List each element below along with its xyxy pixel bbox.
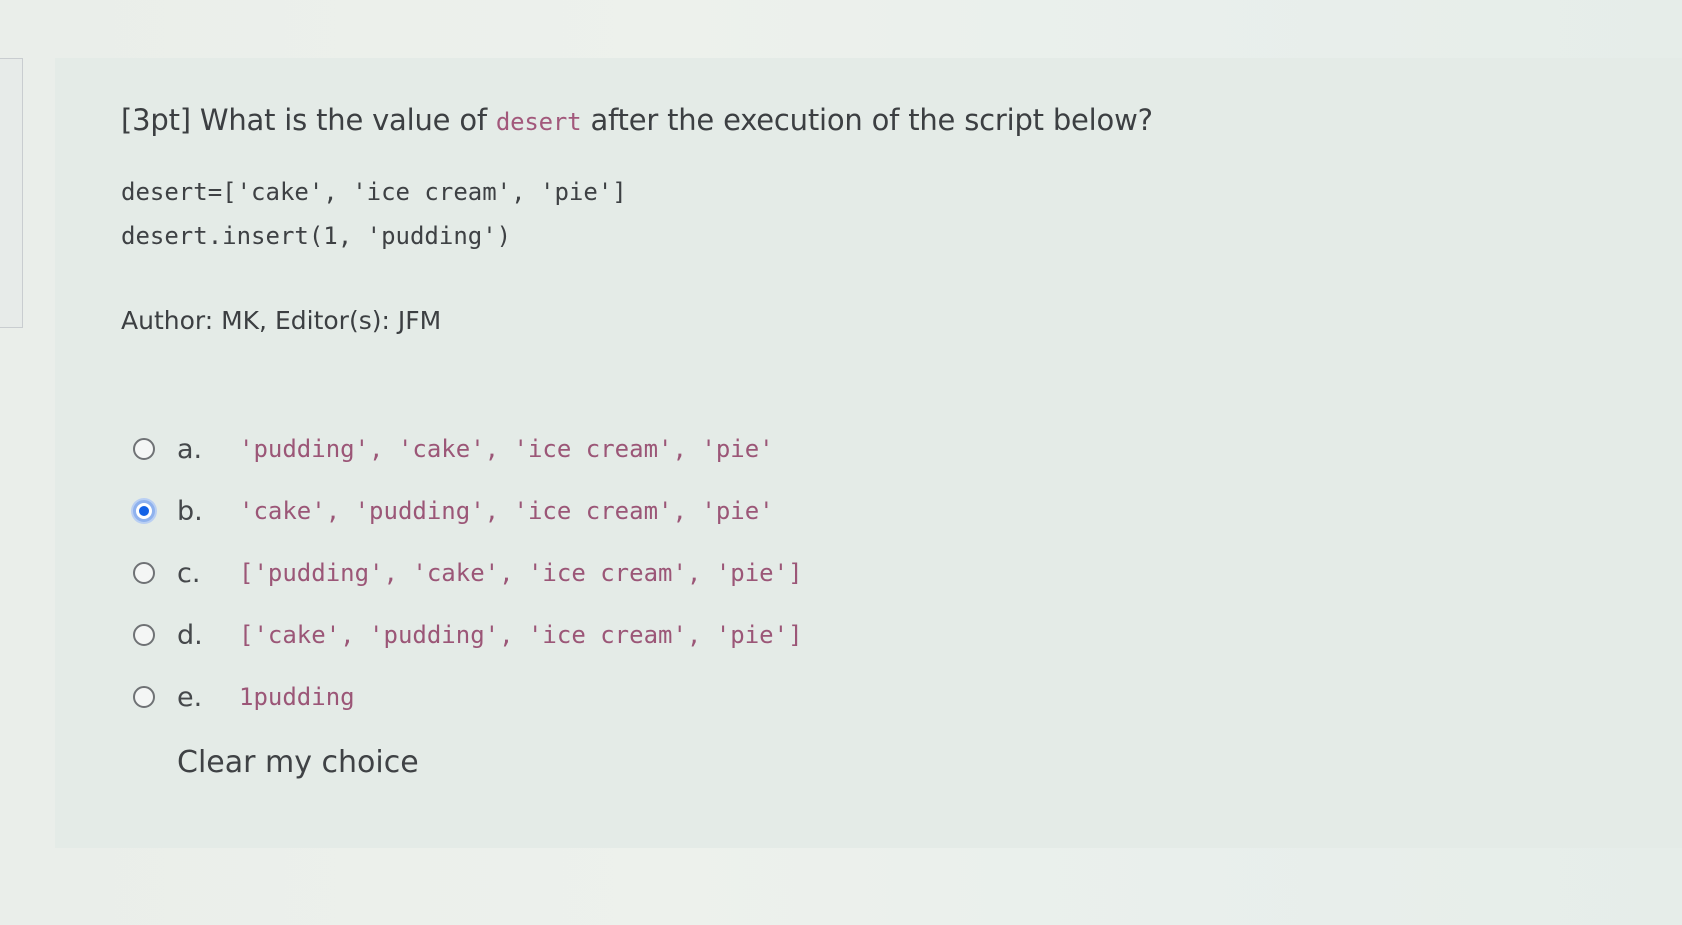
- answer-letter: c.: [177, 557, 201, 589]
- radio-button[interactable]: [133, 438, 155, 460]
- question-info-panel-edge: [0, 58, 23, 328]
- question-text-after: after the execution of the script below?: [590, 103, 1153, 137]
- code-block: desert=['cake', 'ice cream', 'pie'] deser…: [121, 170, 627, 258]
- question-text-before: What is the value of: [199, 103, 487, 137]
- answer-text: ['pudding', 'cake', 'ice cream', 'pie']: [239, 559, 803, 587]
- radio-button[interactable]: [133, 686, 155, 708]
- answer-letter: a.: [177, 433, 203, 465]
- clear-choice-link[interactable]: Clear my choice: [177, 745, 419, 780]
- answer-option-e[interactable]: e. 1pudding: [133, 666, 803, 728]
- answer-text: ['cake', 'pudding', 'ice cream', 'pie']: [239, 621, 803, 649]
- answer-letter: e.: [177, 681, 203, 713]
- radio-button[interactable]: [133, 624, 155, 646]
- answer-option-a[interactable]: a. 'pudding', 'cake', 'ice cream', 'pie': [133, 418, 803, 480]
- answer-text: 'cake', 'pudding', 'ice cream', 'pie': [239, 497, 774, 525]
- question-points: [3pt]: [121, 103, 191, 137]
- answer-option-d[interactable]: d. ['cake', 'pudding', 'ice cream', 'pie…: [133, 604, 803, 666]
- answer-option-b[interactable]: b. 'cake', 'pudding', 'ice cream', 'pie': [133, 480, 803, 542]
- answer-option-c[interactable]: c. ['pudding', 'cake', 'ice cream', 'pie…: [133, 542, 803, 604]
- answer-text: 'pudding', 'cake', 'ice cream', 'pie': [239, 435, 774, 463]
- question-variable: desert: [495, 108, 582, 136]
- quiz-page: [3pt] What is the value of desert after …: [0, 0, 1682, 925]
- question-text: [3pt] What is the value of desert after …: [121, 103, 1153, 137]
- answer-letter: d.: [177, 619, 203, 651]
- radio-button-selected[interactable]: [133, 500, 155, 522]
- answer-list: a. 'pudding', 'cake', 'ice cream', 'pie'…: [133, 418, 803, 728]
- answer-letter: b.: [177, 495, 203, 527]
- author-line: Author: MK, Editor(s): JFM: [121, 306, 442, 335]
- answer-text: 1pudding: [239, 683, 355, 711]
- code-line: desert=['cake', 'ice cream', 'pie']: [121, 178, 627, 206]
- code-line: desert.insert(1, 'pudding'): [121, 222, 512, 250]
- radio-button[interactable]: [133, 562, 155, 584]
